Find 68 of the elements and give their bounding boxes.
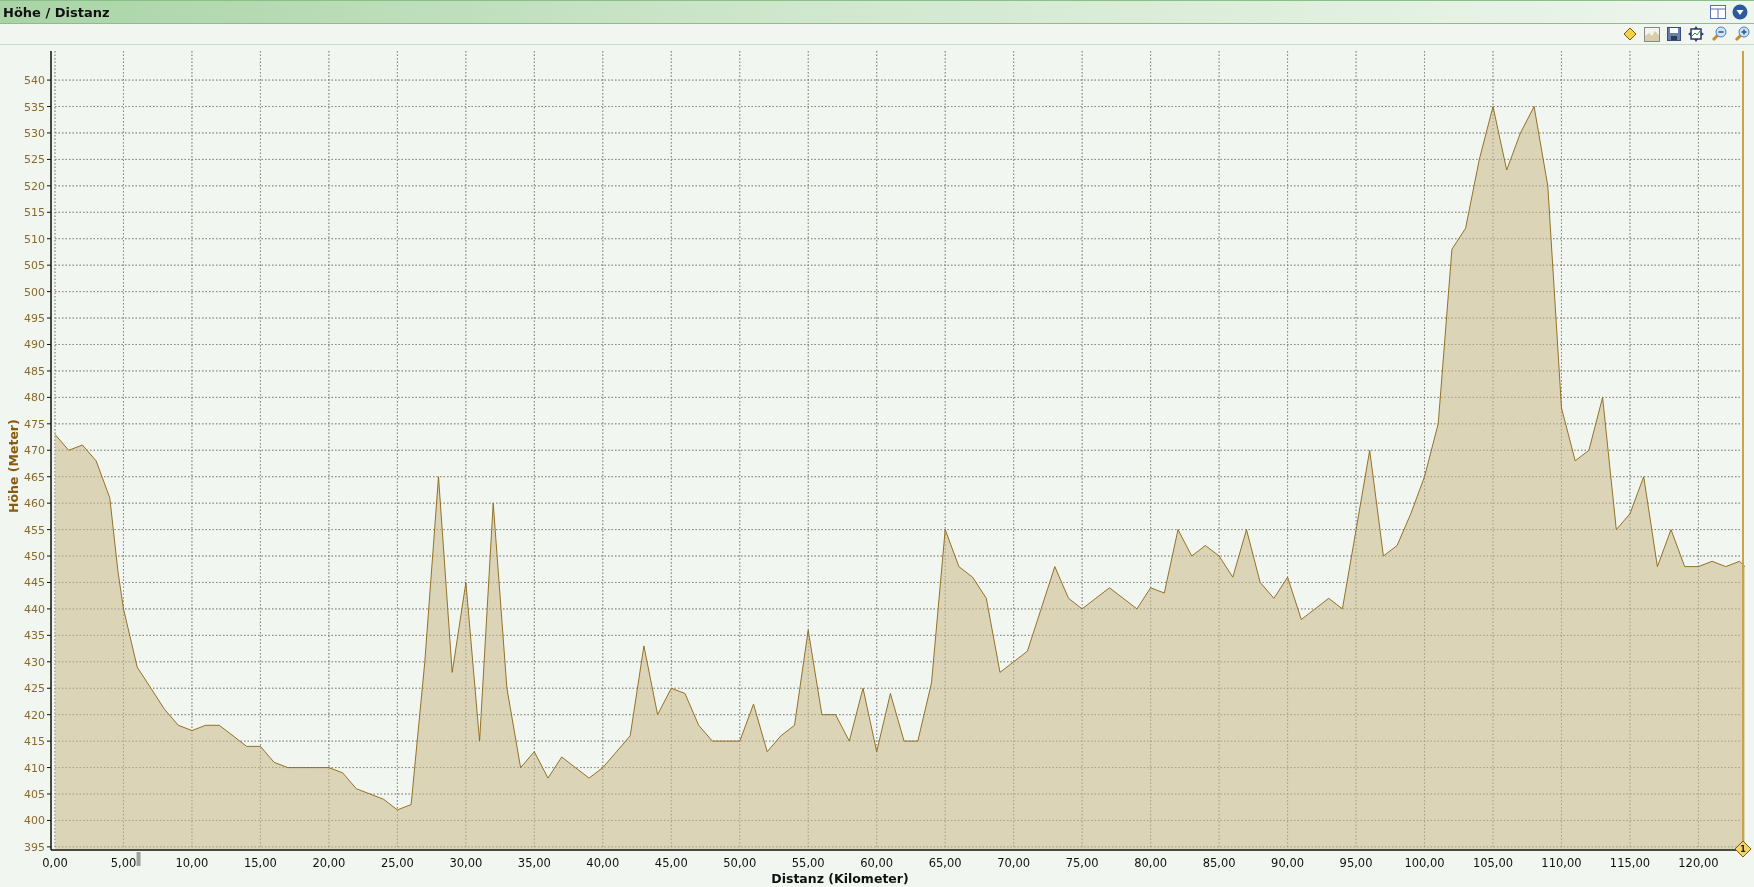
y-tick-label: 535 (24, 100, 45, 114)
y-tick-label: 510 (24, 232, 45, 246)
x-tick-label: 15,00 (243, 856, 277, 870)
y-tick-label: 400 (24, 814, 45, 828)
chart-icon[interactable] (1644, 26, 1660, 42)
x-tick-label: 80,00 (1134, 856, 1168, 870)
y-tick-label: 540 (24, 74, 45, 88)
x-tick-label: 10,00 (175, 856, 209, 870)
x-tick-label: 0,00 (42, 856, 68, 870)
y-tick-label: 460 (24, 497, 45, 511)
x-tick-label: 85,00 (1202, 856, 1236, 870)
x-tick-label: 40,00 (586, 856, 620, 870)
x-tick-label: 75,00 (1065, 856, 1099, 870)
y-axis-title: Höhe (Meter) (6, 419, 21, 513)
y-tick-label: 450 (24, 550, 45, 564)
x-tick-label: 55,00 (791, 856, 825, 870)
x-tick-label: 120,00 (1678, 856, 1719, 870)
x-tick-label: 25,00 (380, 856, 414, 870)
marker-badge[interactable]: 1 (1734, 840, 1752, 858)
x-axis-title: Distanz (Kilometer) (771, 871, 909, 886)
x-tick-label: 35,00 (517, 856, 551, 870)
zoom-out-icon[interactable] (1711, 26, 1727, 42)
y-tick-label: 430 (24, 655, 45, 669)
y-tick-label: 500 (24, 285, 45, 299)
x-tick-label: 5,00 (110, 856, 137, 870)
y-tick-label: 495 (24, 312, 45, 326)
x-tick-label: 115,00 (1609, 856, 1651, 870)
x-tick-label: 90,00 (1271, 856, 1305, 870)
y-tick-label: 435 (24, 629, 45, 643)
y-tick-label: 440 (24, 602, 45, 616)
x-tick-label: 110,00 (1541, 856, 1582, 870)
y-tick-label: 445 (24, 576, 45, 590)
y-tick-label: 415 (24, 735, 45, 749)
y-tick-label: 515 (24, 206, 45, 220)
x-tick-label: 100,00 (1404, 856, 1445, 870)
y-tick-label: 505 (24, 259, 45, 273)
x-tick-label: 50,00 (723, 856, 757, 870)
x-tick-label: 65,00 (928, 856, 962, 870)
range-handle[interactable] (136, 852, 141, 866)
y-tick-label: 480 (24, 391, 45, 405)
x-tick-label: 60,00 (860, 856, 894, 870)
zoom-in-icon[interactable] (1734, 26, 1750, 42)
x-tick-label: 105,00 (1472, 856, 1514, 870)
y-tick-label: 490 (24, 338, 45, 352)
x-tick-label: 70,00 (997, 856, 1031, 870)
fit-icon[interactable] (1688, 26, 1704, 42)
x-tick-label: 45,00 (654, 856, 688, 870)
y-tick-label: 425 (24, 682, 45, 696)
y-tick-label: 520 (24, 179, 45, 193)
dropdown-icon[interactable] (1732, 4, 1748, 20)
y-tick-label: 530 (24, 126, 45, 140)
y-tick-label: 525 (24, 153, 45, 167)
y-tick-label: 465 (24, 470, 45, 484)
save-icon[interactable] (1667, 27, 1681, 41)
diamond-icon[interactable] (1623, 27, 1637, 41)
y-tick-label: 395 (24, 840, 45, 854)
panel-title: Höhe / Distanz (3, 4, 110, 20)
x-tick-label: 30,00 (449, 856, 483, 870)
y-tick-label: 410 (24, 761, 45, 775)
y-tick-label: 405 (24, 788, 45, 801)
y-tick-label: 475 (24, 417, 45, 431)
y-tick-label: 420 (24, 708, 45, 722)
y-tick-label: 470 (24, 444, 45, 458)
y-tick-label: 455 (24, 523, 45, 537)
y-tick-label: 485 (24, 364, 45, 378)
x-tick-label: 95,00 (1339, 856, 1373, 870)
layout-icon[interactable] (1710, 5, 1726, 19)
x-tick-label: 20,00 (312, 856, 346, 870)
